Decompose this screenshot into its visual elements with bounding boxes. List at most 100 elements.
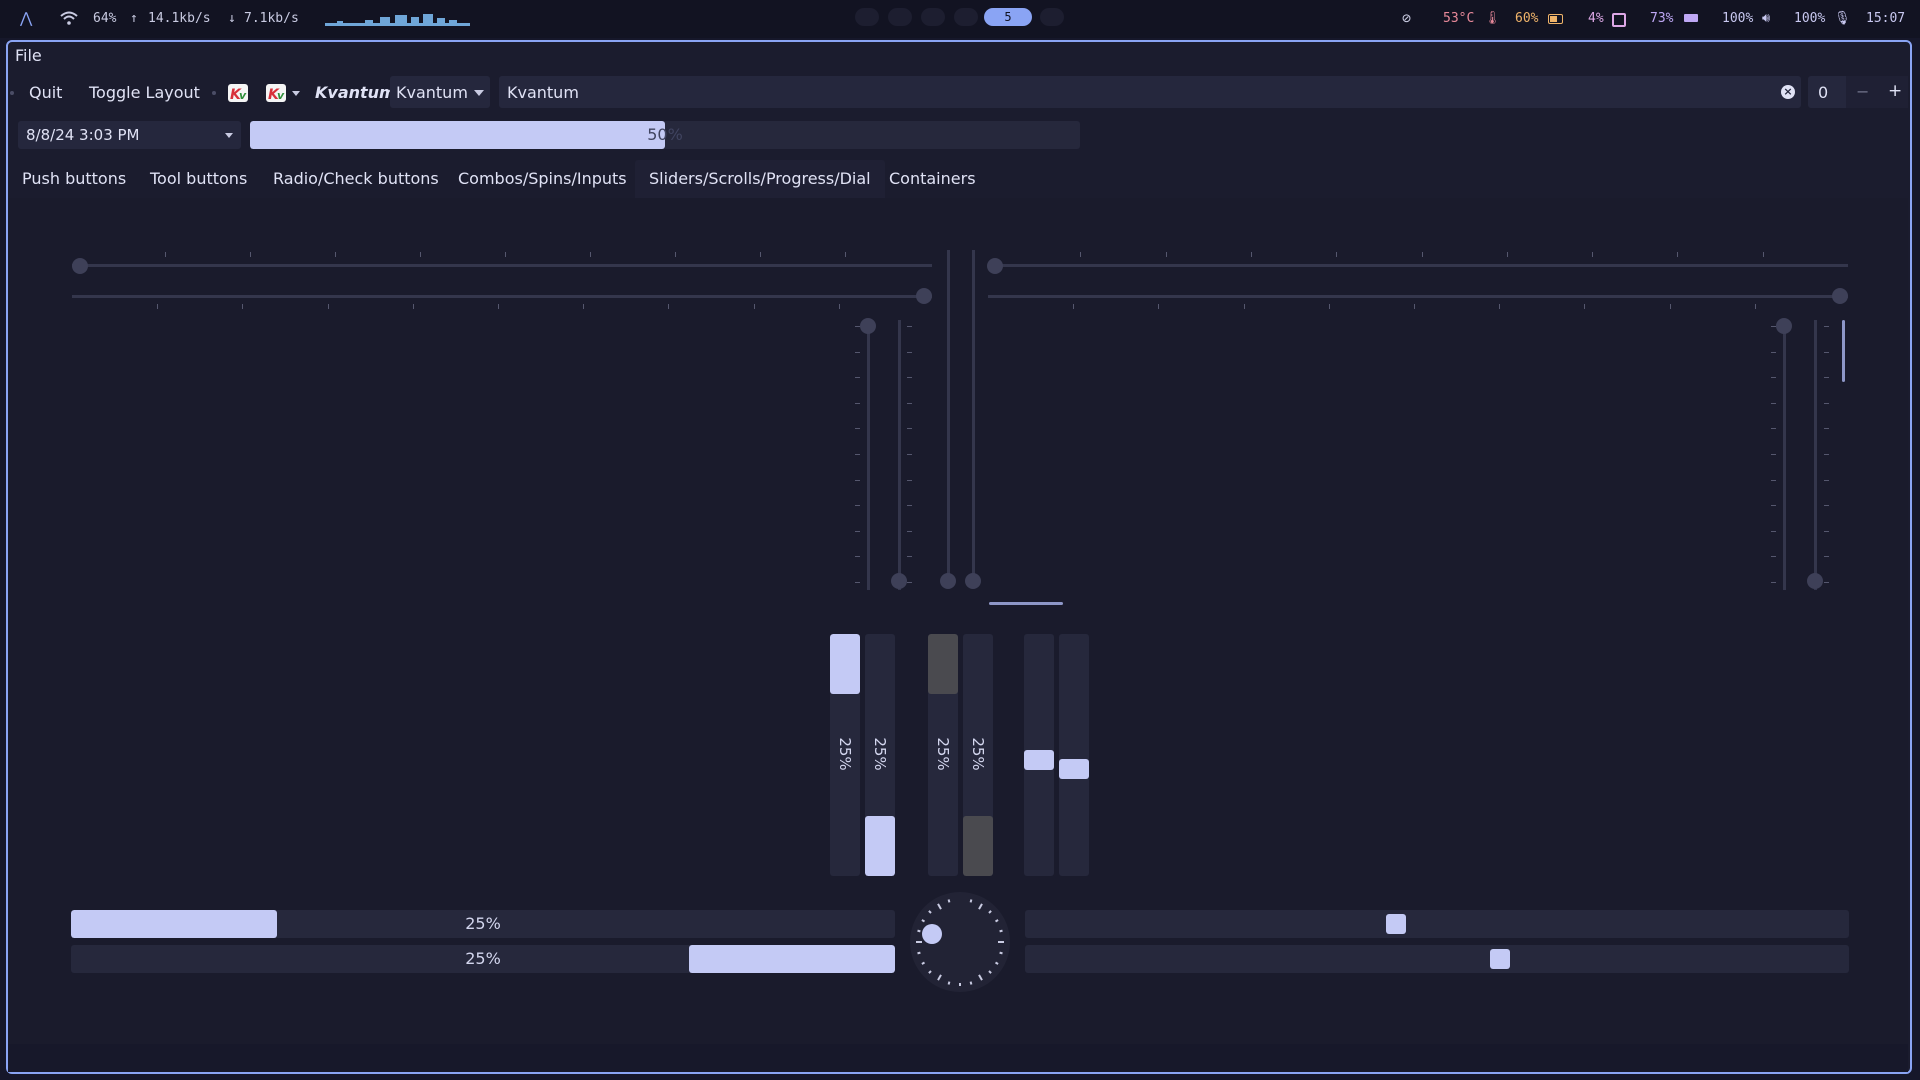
scrollbar-thumb[interactable] xyxy=(1059,759,1089,779)
horizontal-scrollbar-2[interactable] xyxy=(1025,945,1849,973)
tick-mark xyxy=(1771,556,1776,558)
dial-tick xyxy=(969,981,973,985)
menu-file[interactable]: File xyxy=(15,46,42,65)
toolbar-handle[interactable] xyxy=(10,91,14,95)
spin-minus-button[interactable]: − xyxy=(1856,82,1869,101)
tick-mark xyxy=(1771,377,1776,379)
vertical-scrollbar-1[interactable] xyxy=(1024,634,1054,876)
upload-speed: 14.1kb/s xyxy=(148,11,211,26)
tick-mark xyxy=(855,582,860,583)
progress-text: 25% xyxy=(836,737,854,771)
v-slider-handle[interactable] xyxy=(860,318,876,334)
clear-icon[interactable]: × xyxy=(1781,85,1795,99)
chevron-down-icon xyxy=(474,90,484,96)
quit-button[interactable]: Quit xyxy=(29,83,62,102)
horizontal-scrollbar-1[interactable] xyxy=(1025,910,1849,938)
kvantum-line-edit[interactable]: Kvantum × xyxy=(499,76,1801,108)
tick-mark xyxy=(668,304,670,309)
tick-mark xyxy=(1824,556,1829,558)
workspace-4[interactable] xyxy=(954,8,978,26)
h-slider-handle[interactable] xyxy=(1832,288,1848,304)
scrollbar-thumb[interactable] xyxy=(1490,949,1510,969)
tick-mark xyxy=(838,304,840,309)
dial-tick xyxy=(921,961,925,965)
tool-menu-arrow-icon[interactable] xyxy=(292,91,300,96)
dial-tick xyxy=(999,929,1003,933)
arch-icon[interactable]: ⋀ xyxy=(20,9,32,27)
tick-mark xyxy=(1080,252,1082,257)
tick-mark xyxy=(583,304,585,309)
dial-tick xyxy=(995,961,999,965)
download-arrow-icon: ↓ xyxy=(228,11,236,26)
horizontal-progress-bar-1: 25% xyxy=(71,910,895,938)
vertical-progress-bar-4-disabled: 25% xyxy=(963,634,993,876)
kvantum-logo-icon[interactable]: K v xyxy=(227,82,249,104)
v-slider-handle[interactable] xyxy=(1807,573,1823,589)
workspace-1[interactable] xyxy=(855,8,879,26)
workspace-6[interactable] xyxy=(1040,8,1064,26)
speaker-icon[interactable]: 🔊︎ xyxy=(1762,11,1770,26)
progress-fill xyxy=(963,816,993,876)
battery-icon xyxy=(1548,14,1563,24)
dial-knob[interactable] xyxy=(922,924,942,944)
tick-mark xyxy=(590,252,591,257)
spin-plus-button[interactable]: + xyxy=(1888,81,1902,101)
tick-mark xyxy=(907,402,912,404)
tick-mark xyxy=(855,505,860,507)
tick-mark xyxy=(855,326,860,327)
tick-mark xyxy=(1824,428,1829,430)
tab-sliders-scrolls-progress-dial[interactable]: Sliders/Scrolls/Progress/Dial xyxy=(635,160,885,198)
datetime-edit[interactable]: 8/8/24 3:03 PM xyxy=(18,121,241,149)
v-slider-handle[interactable] xyxy=(1776,318,1792,334)
tick-mark xyxy=(855,428,860,430)
tick-mark xyxy=(1771,351,1776,353)
vertical-scrollbar-2[interactable] xyxy=(1059,634,1089,876)
kvantum-logo-menu-icon[interactable]: K v xyxy=(265,82,287,104)
tab-radio-check-buttons[interactable]: Radio/Check buttons xyxy=(259,160,453,198)
tick-mark xyxy=(420,252,421,257)
workspace-5-active[interactable]: 5 xyxy=(984,8,1032,26)
workspace-2[interactable] xyxy=(888,8,912,26)
h-slider-handle[interactable] xyxy=(987,258,1003,274)
tick-mark xyxy=(1824,505,1829,507)
tick-mark xyxy=(1328,304,1330,309)
v-slider-handle[interactable] xyxy=(891,573,907,589)
tick-mark xyxy=(907,479,912,481)
tick-mark xyxy=(157,304,159,309)
cpu-usage: 4% xyxy=(1588,11,1604,26)
horizontal-scrollbar-thumb[interactable] xyxy=(989,602,1063,605)
tick-mark xyxy=(1824,454,1829,455)
tab-tool-buttons[interactable]: Tool buttons xyxy=(136,160,261,198)
h-slider-handle[interactable] xyxy=(72,258,88,274)
vertical-scrollbar-thumb[interactable] xyxy=(1842,320,1845,382)
toolbar-separator xyxy=(212,91,216,95)
scrollbar-thumb[interactable] xyxy=(1024,750,1054,770)
dial-tick xyxy=(947,899,951,903)
temperature: 53°C xyxy=(1443,11,1475,26)
theme-combo[interactable]: Kvantum xyxy=(390,76,490,108)
h-slider-handle[interactable] xyxy=(916,288,932,304)
scrollbar-thumb[interactable] xyxy=(1386,914,1406,934)
microphone-icon[interactable]: 🎙︎ xyxy=(1834,11,1851,26)
eye-off-icon[interactable]: ⊘ xyxy=(1402,9,1411,27)
progress-fill xyxy=(928,634,958,694)
wifi-icon[interactable] xyxy=(60,11,78,25)
spin-box[interactable]: 0 − + xyxy=(1808,76,1908,108)
tab-combos-spins-inputs[interactable]: Combos/Spins/Inputs xyxy=(444,160,641,198)
chevron-down-icon[interactable] xyxy=(225,133,233,138)
mic-level: 100% xyxy=(1794,11,1826,26)
dial[interactable] xyxy=(908,890,1012,994)
line-edit-value: Kvantum xyxy=(507,83,579,102)
v-slider-handle[interactable] xyxy=(965,573,981,589)
tick-mark xyxy=(1771,428,1776,430)
progress-fill xyxy=(830,634,860,694)
tab-containers[interactable]: Containers xyxy=(875,160,990,198)
tick-mark xyxy=(1414,304,1415,309)
toggle-layout-button[interactable]: Toggle Layout xyxy=(89,83,200,102)
v-slider-handle[interactable] xyxy=(940,573,956,589)
tick-mark xyxy=(907,377,912,379)
tab-push-buttons[interactable]: Push buttons xyxy=(8,160,140,198)
svg-text:v: v xyxy=(277,89,285,102)
upload-arrow-icon: ↑ xyxy=(130,11,138,26)
workspace-3[interactable] xyxy=(921,8,945,26)
